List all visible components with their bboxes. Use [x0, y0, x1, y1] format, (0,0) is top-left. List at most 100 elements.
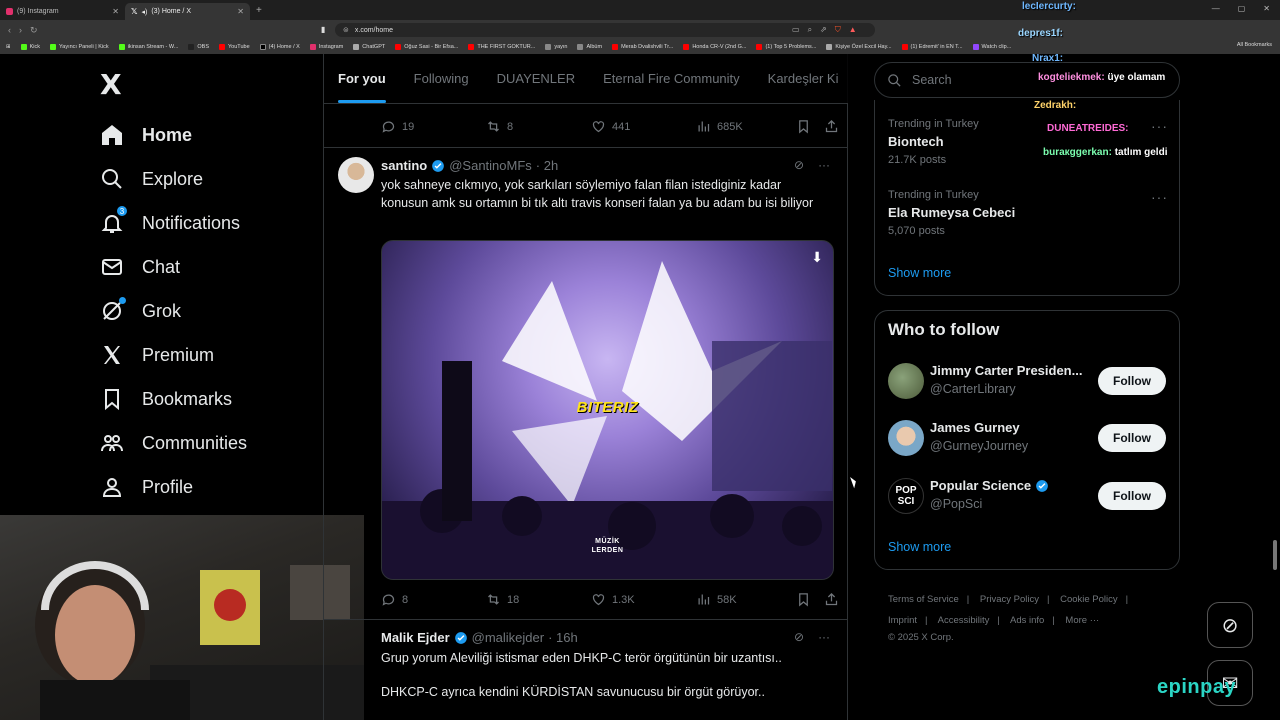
tweet-time[interactable]: · 2h — [536, 158, 558, 173]
grok-explain-icon[interactable]: ⊘ — [794, 630, 804, 644]
reload-icon[interactable]: ↻ — [30, 25, 38, 36]
tab-kardesler[interactable]: Kardeşler Ki — [768, 71, 839, 86]
trend-item[interactable]: Trending in Turkey Ela Rumeysa Cebeci 5,… — [888, 189, 1015, 237]
bookmark-button[interactable] — [796, 592, 824, 607]
nav-communities[interactable]: Communities — [100, 421, 247, 465]
like-button[interactable]: 1.3K — [591, 592, 696, 607]
nav-chat[interactable]: Chat — [100, 245, 247, 289]
tweet-author-handle[interactable]: @malikejder — [472, 630, 544, 645]
bookmark-item[interactable]: (4) Home / X — [259, 44, 300, 50]
show-more-follow-link[interactable]: Show more — [888, 540, 951, 554]
more-options-icon[interactable]: ··· — [818, 158, 830, 172]
repost-button[interactable]: 8 — [486, 119, 591, 134]
minimize-icon[interactable]: — — [1212, 4, 1220, 13]
footer-link[interactable]: More ··· — [1065, 615, 1099, 626]
suggestion-handle[interactable]: @GurneyJourney — [930, 439, 1028, 453]
nav-premium[interactable]: Premium — [100, 333, 247, 377]
x-logo[interactable]: X — [100, 68, 122, 101]
bookmark-item[interactable]: Honda CR-V (2nd G... — [683, 44, 746, 50]
nav-home[interactable]: Home — [100, 113, 247, 157]
suggestion-name[interactable]: Popular Science — [930, 478, 1049, 493]
bookmark-item[interactable]: YouTube — [219, 44, 250, 50]
download-icon[interactable]: ⬇ — [811, 249, 823, 266]
views-button[interactable]: 685K — [696, 119, 796, 134]
brave-shield-icon[interactable]: ⛉ — [835, 25, 841, 35]
footer-link[interactable]: Cookie Policy — [1060, 594, 1118, 605]
footer-link[interactable]: Terms of Service — [888, 594, 959, 605]
bookmark-item[interactable]: ChatGPT — [353, 44, 385, 50]
nav-notifications[interactable]: 3 Notifications — [100, 201, 247, 245]
more-options-icon[interactable]: ··· — [818, 630, 830, 644]
forward-icon[interactable]: › — [19, 25, 22, 35]
tweet-video[interactable]: ⬇ BITERIZ MÜZİK LERDEN — [381, 240, 834, 580]
grok-explain-icon[interactable]: ⊘ — [794, 158, 804, 172]
zoom-icon[interactable]: ⌕ — [808, 25, 812, 35]
avatar[interactable] — [338, 157, 374, 193]
reply-button[interactable]: 19 — [381, 119, 486, 134]
bookmark-page-icon[interactable]: ▮ — [321, 25, 325, 34]
trend-item[interactable]: Trending in Turkey Biontech 21.7K posts — [888, 118, 979, 166]
more-options-icon[interactable]: ··· — [1151, 189, 1168, 205]
nav-bookmarks[interactable]: Bookmarks — [100, 377, 247, 421]
suggestion-name[interactable]: James Gurney — [930, 420, 1020, 435]
bookmark-item[interactable]: THE FIRST GOKTUR... — [468, 44, 535, 50]
bookmark-item[interactable]: Instagram — [309, 44, 343, 50]
bookmark-folder[interactable]: Albüm — [577, 44, 602, 50]
bookmark-item[interactable]: ikinsan Stream - W... — [118, 44, 178, 50]
tab-following[interactable]: Following — [414, 71, 469, 86]
nav-explore[interactable]: Explore — [100, 157, 247, 201]
tab-for-you[interactable]: For you — [338, 71, 386, 103]
bookmark-folder[interactable]: yayın — [545, 44, 567, 50]
like-button[interactable]: 441 — [591, 119, 696, 134]
grok-floating-button[interactable]: ⊘ — [1207, 602, 1253, 648]
tweet-time[interactable]: · 16h — [548, 630, 578, 645]
browser-tab-x-home[interactable]: 𝕏 ◂) (3) Home / X ✕ — [125, 3, 250, 20]
maximize-icon[interactable]: ▢ — [1238, 4, 1246, 13]
follow-button[interactable]: Follow — [1098, 424, 1166, 452]
share-button[interactable] — [824, 592, 839, 607]
footer-link[interactable]: Ads info — [1010, 615, 1044, 626]
avatar[interactable] — [888, 363, 924, 399]
suggestion-handle[interactable]: @CarterLibrary — [930, 382, 1016, 396]
footer-link[interactable]: Privacy Policy — [980, 594, 1039, 605]
bookmark-button[interactable] — [796, 119, 824, 134]
screen-icon[interactable]: ▭ — [792, 25, 800, 35]
bookmark-item[interactable]: (1) Edremit' in EN T... — [901, 44, 963, 50]
bookmark-item[interactable]: Merab Dvalishvili Tr... — [612, 44, 673, 50]
views-button[interactable]: 58K — [696, 592, 796, 607]
close-window-icon[interactable]: ✕ — [1263, 4, 1270, 13]
show-more-trends-link[interactable]: Show more — [888, 266, 951, 280]
share-icon[interactable]: ⇗ — [820, 25, 827, 35]
bookmark-item[interactable]: Kişiye Özel Excil Hay... — [826, 44, 892, 50]
suggestion-handle[interactable]: @PopSci — [930, 497, 982, 511]
reply-button[interactable]: 8 — [381, 592, 486, 607]
nav-grok[interactable]: Grok — [100, 289, 247, 333]
tweet-author-handle[interactable]: @SantinoMFs — [449, 158, 532, 173]
tab-eternal-fire[interactable]: Eternal Fire Community — [603, 71, 740, 86]
footer-link[interactable]: Imprint — [888, 615, 917, 626]
apps-grid-icon[interactable]: ⊞ — [6, 44, 11, 50]
suggestion-name[interactable]: Jimmy Carter Presiden... — [930, 363, 1082, 378]
close-tab-icon[interactable]: ✕ — [112, 7, 119, 16]
bookmark-item[interactable]: Oğuz Sasi - Bir Efsa... — [395, 44, 458, 50]
footer-link[interactable]: Accessibility — [938, 615, 990, 626]
site-info-icon[interactable]: ⊜ — [343, 26, 349, 34]
browser-tab-instagram[interactable]: (9) Instagram ✕ — [0, 3, 125, 20]
repost-button[interactable]: 18 — [486, 592, 591, 607]
rewards-icon[interactable]: ▲ — [849, 25, 857, 35]
all-bookmarks-link[interactable]: All Bookmarks — [1237, 42, 1272, 48]
bookmark-item[interactable]: Kick — [20, 44, 40, 50]
follow-button[interactable]: Follow — [1098, 367, 1166, 395]
tab-duayenler[interactable]: DUAYENLER — [497, 71, 576, 86]
new-tab-button[interactable]: + — [256, 5, 262, 16]
share-button[interactable] — [824, 119, 839, 134]
scrollbar-thumb[interactable] — [1273, 540, 1277, 570]
bookmark-item[interactable]: OBS — [188, 44, 209, 50]
follow-button[interactable]: Follow — [1098, 482, 1166, 510]
popsci-logo[interactable]: POP SCI — [888, 478, 924, 514]
close-tab-icon[interactable]: ✕ — [237, 7, 244, 16]
more-options-icon[interactable]: ··· — [1151, 118, 1168, 134]
back-icon[interactable]: ‹ — [8, 25, 11, 35]
nav-profile[interactable]: Profile — [100, 465, 247, 509]
avatar[interactable] — [888, 420, 924, 456]
